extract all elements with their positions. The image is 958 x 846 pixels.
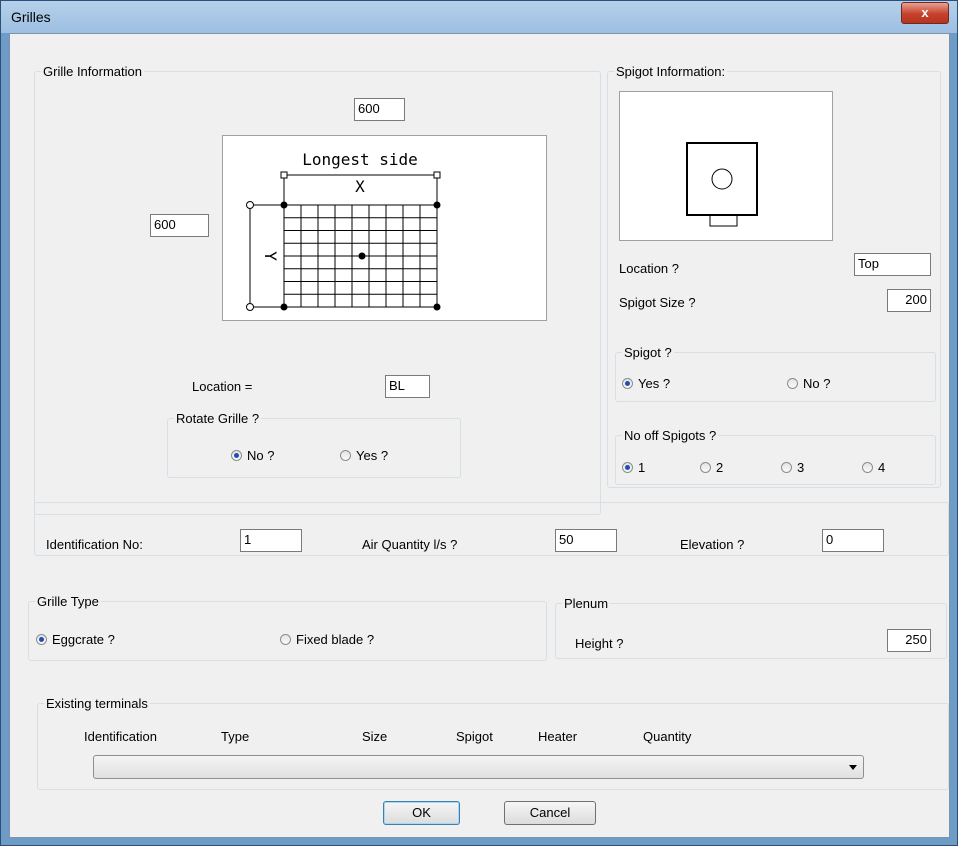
column-size: Size [362,729,388,744]
spigot-location-label: Location ? [619,261,679,276]
dialog-client: Grille Information 600 600 Longest side … [9,33,950,838]
grille-width-input[interactable]: 600 [354,98,405,121]
column-spigot: Spigot [456,729,493,744]
grille-type-legend: Grille Type [35,594,101,609]
spigot-yes-radio[interactable]: Yes ? [622,376,670,391]
spigot-count-4-label[interactable]: 4 [878,460,885,475]
identification-input[interactable]: 1 [240,529,302,552]
spigot-count-3-radio[interactable]: 3 [781,460,804,475]
preview-longest-side-label: Longest side [302,150,418,169]
radio-unselected-icon[interactable] [781,462,792,473]
spigot-no-label[interactable]: No ? [803,376,830,391]
column-quantity: Quantity [643,729,692,744]
spigot-count-4-radio[interactable]: 4 [862,460,885,475]
radio-unselected-icon[interactable] [280,634,291,645]
spigot-preview [619,91,833,241]
spigot-legend: Spigot ? [622,345,674,360]
spigot-count-1-label[interactable]: 1 [638,460,645,475]
fixed-blade-label[interactable]: Fixed blade ? [296,632,374,647]
identification-panel [34,502,949,556]
rotate-grille-legend: Rotate Grille ? [174,411,262,426]
spigot-size-input[interactable]: 200 [887,289,931,312]
spigot-count-group: No off Spigots ? [615,428,936,485]
column-heater: Heater [538,729,578,744]
spigot-count-2-label[interactable]: 2 [716,460,723,475]
radio-unselected-icon[interactable] [787,378,798,389]
rotate-yes-radio[interactable]: Yes ? [340,448,388,463]
grille-height-input[interactable]: 600 [150,214,209,237]
column-identification: Identification [84,729,157,744]
existing-terminals-legend: Existing terminals [44,696,150,711]
close-button[interactable]: x [901,2,949,24]
existing-terminals-dropdown[interactable] [93,755,864,779]
elevation-input[interactable]: 0 [822,529,884,552]
rotate-grille-group: Rotate Grille ? [167,411,461,478]
air-quantity-input[interactable]: 50 [555,529,617,552]
elevation-label: Elevation ? [680,537,745,552]
spigot-count-2-radio[interactable]: 2 [700,460,723,475]
window-title: Grilles [11,9,51,25]
air-quantity-label: Air Quantity l/s ? [362,537,458,552]
plenum-legend: Plenum [562,596,611,611]
spigot-count-legend: No off Spigots ? [622,428,719,443]
spigot-yes-label[interactable]: Yes ? [638,376,670,391]
grille-type-group: Grille Type [28,594,547,661]
grille-location-input[interactable]: BL [385,375,430,398]
rotate-no-label[interactable]: No ? [247,448,274,463]
radio-selected-icon[interactable] [622,378,633,389]
eggcrate-label[interactable]: Eggcrate ? [52,632,115,647]
cancel-button[interactable]: Cancel [504,801,596,825]
spigot-size-label: Spigot Size ? [619,295,696,310]
spigot-count-1-radio[interactable]: 1 [622,460,645,475]
radio-unselected-icon[interactable] [700,462,711,473]
fixed-blade-radio[interactable]: Fixed blade ? [280,632,374,647]
grilles-dialog: Grilles x Grille Information 600 600 Lon… [0,0,958,846]
eggcrate-radio[interactable]: Eggcrate ? [36,632,115,647]
preview-y-label: Y [261,251,280,261]
spigot-information-legend: Spigot Information: [614,64,728,79]
chevron-down-icon[interactable] [849,765,857,770]
plenum-height-label: Height ? [575,636,624,651]
close-icon[interactable]: x [921,5,928,20]
identification-label: Identification No: [46,537,143,552]
grille-information-legend: Grille Information [41,64,144,79]
plenum-height-input[interactable]: 250 [887,629,931,652]
spigot-no-radio[interactable]: No ? [787,376,830,391]
grille-preview: Longest side X Y [222,135,547,321]
grille-location-label: Location = [192,379,253,394]
radio-unselected-icon[interactable] [340,450,351,461]
spigot-count-3-label[interactable]: 3 [797,460,804,475]
rotate-no-radio[interactable]: No ? [231,448,274,463]
title-bar[interactable]: Grilles x [1,1,957,33]
radio-selected-icon[interactable] [622,462,633,473]
ok-button[interactable]: OK [383,801,460,825]
preview-x-label: X [355,177,365,196]
radio-unselected-icon[interactable] [862,462,873,473]
spigot-location-input[interactable]: Top [854,253,931,276]
rotate-yes-label[interactable]: Yes ? [356,448,388,463]
radio-selected-icon[interactable] [36,634,47,645]
column-type: Type [221,729,250,744]
radio-selected-icon[interactable] [231,450,242,461]
